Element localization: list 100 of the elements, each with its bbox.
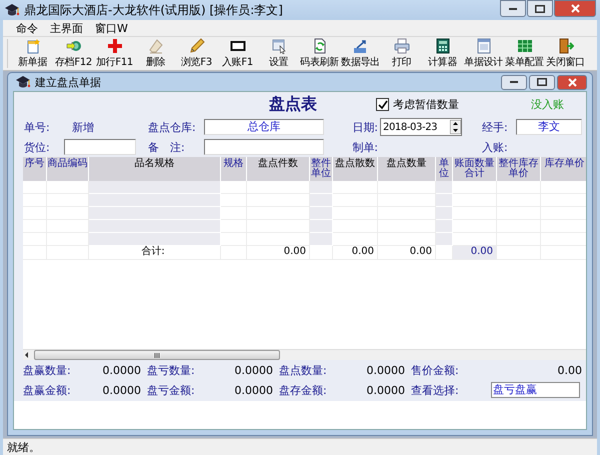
- mortarboard-icon: [4, 2, 20, 18]
- calculator-icon: [434, 38, 450, 54]
- check-icon: [378, 100, 388, 110]
- summary-value: 0.0000: [366, 364, 406, 377]
- checkbox-label: 考虑暂借数量: [393, 97, 459, 112]
- date-value: 2018-03-23: [383, 122, 438, 132]
- plus-icon: [106, 38, 122, 54]
- toolbar-button[interactable]: 入账F1: [217, 37, 258, 70]
- minimize-icon: [510, 81, 518, 83]
- summary-value: 0.0000: [366, 384, 406, 396]
- field-label: 盘点仓库:: [148, 120, 197, 134]
- toolbar-button[interactable]: 设置: [258, 37, 299, 70]
- minimize-icon: [509, 8, 517, 10]
- window-title: 鼎龙国际大酒店-大龙软件(试用版) [操作员:李文]: [24, 2, 284, 18]
- close-button[interactable]: [557, 74, 587, 90]
- spinner-icon: [450, 120, 461, 134]
- field-label: 备 注:: [148, 140, 186, 154]
- toolbar-button[interactable]: 菜单配置: [504, 37, 545, 70]
- input-field[interactable]: 总仓库: [204, 119, 324, 135]
- table-cell: 合计:: [89, 246, 221, 260]
- maximize-button[interactable]: [529, 74, 555, 90]
- column-header[interactable]: 盘点数量: [378, 157, 436, 181]
- table-cell: 0.00: [453, 246, 497, 260]
- table-cell: 0.00: [378, 246, 436, 260]
- field-label: 入账:: [482, 140, 509, 154]
- column-header[interactable]: 商品编码: [47, 157, 89, 181]
- close-button[interactable]: [554, 0, 596, 17]
- maximize-icon: [535, 4, 545, 12]
- summary-label: 盘亏金额:: [147, 382, 196, 398]
- column-header[interactable]: 库存单价: [541, 157, 586, 181]
- column-header[interactable]: 序号: [23, 157, 47, 181]
- summary-label: 查看选择:: [411, 382, 460, 398]
- minimize-button[interactable]: [500, 0, 526, 17]
- close-icon: [568, 78, 576, 86]
- summary-value: 0.0000: [234, 364, 274, 377]
- new-document-icon: [24, 38, 40, 54]
- left-arrow-icon: [23, 351, 30, 359]
- field-label: 单号:: [24, 120, 51, 134]
- toolbar-button[interactable]: 打印: [381, 37, 422, 70]
- pencil-icon: [188, 38, 204, 54]
- form-heading: 盘点表: [268, 94, 318, 115]
- toolbar-button[interactable]: 加行F11: [94, 37, 135, 70]
- table-cell: 0.00: [333, 246, 378, 260]
- toolbar-button[interactable]: 数据导出: [340, 37, 381, 70]
- summary-value: 0.0000: [234, 384, 274, 396]
- date-field[interactable]: 2018-03-23: [380, 118, 462, 136]
- summary-value: 0.0000: [102, 364, 142, 377]
- table-cell: 0.00: [247, 246, 310, 260]
- field-label: 日期:: [352, 120, 379, 134]
- eraser-icon: [148, 38, 164, 54]
- menu-item[interactable]: 命令: [10, 20, 44, 36]
- doc-number: 新增: [71, 120, 95, 134]
- input-field[interactable]: [64, 139, 136, 155]
- arrow-circle-icon: [66, 38, 82, 54]
- toolbar-button[interactable]: 删除: [135, 37, 176, 70]
- menu-item[interactable]: 窗口W: [89, 20, 134, 36]
- column-header[interactable]: 盘点件数: [247, 157, 310, 181]
- menu-item[interactable]: 主界面: [44, 20, 89, 36]
- column-header[interactable]: 规格: [221, 157, 247, 181]
- summary-label: 盘点数量:: [279, 363, 328, 378]
- column-header[interactable]: 账面数量合计: [453, 157, 497, 181]
- summary-label: 盘赢数量:: [23, 363, 72, 378]
- column-header[interactable]: 单位: [436, 157, 453, 181]
- grip-icon: [154, 352, 160, 358]
- rectangle-icon: [230, 38, 246, 54]
- refresh-icon: [312, 38, 328, 54]
- toolbar-button[interactable]: 新单据: [12, 37, 53, 70]
- export-icon: [352, 38, 368, 54]
- summary-label: 盘存金额:: [279, 382, 328, 398]
- grid-icon: [516, 38, 532, 54]
- column-header[interactable]: 整件库存单价: [497, 157, 541, 181]
- input-field[interactable]: [204, 139, 324, 155]
- field-label: 经手:: [482, 120, 509, 134]
- close-icon: [570, 4, 580, 13]
- minimize-button[interactable]: [501, 74, 527, 90]
- toolbar-button[interactable]: 关闭窗口: [545, 37, 586, 70]
- input-field[interactable]: 李文: [516, 119, 582, 135]
- print-icon: [394, 38, 410, 54]
- select-field[interactable]: 盘亏盘赢: [491, 382, 580, 398]
- toolbar-button[interactable]: 码表刷新: [299, 37, 340, 70]
- door-icon: [558, 38, 574, 54]
- column-header[interactable]: 整件单位: [310, 157, 333, 181]
- checkbox[interactable]: [376, 98, 389, 111]
- maximize-button[interactable]: [527, 0, 553, 17]
- summary-label: 售价金额:: [411, 363, 460, 378]
- summary-label: 盘赢金额:: [23, 382, 72, 398]
- window-title: 建立盘点单据: [35, 74, 102, 90]
- summary-value: 0.0000: [102, 384, 142, 396]
- posting-status: 没入账: [530, 97, 565, 112]
- toolbar-button[interactable]: 存档F12: [53, 37, 94, 70]
- column-header[interactable]: 品名规格: [89, 157, 221, 181]
- field-label: 制单:: [352, 140, 379, 154]
- toolbar-button[interactable]: 计算器: [422, 37, 463, 70]
- status-text: 就绪。: [6, 440, 41, 454]
- scrollbar-thumb[interactable]: [34, 350, 280, 360]
- column-header[interactable]: 盘点散数: [333, 157, 378, 181]
- mortarboard-icon: [15, 74, 31, 90]
- toolbar-button[interactable]: 浏览F3: [176, 37, 217, 70]
- summary-value: 0.00: [556, 364, 583, 377]
- toolbar-button[interactable]: 单据设计: [463, 37, 504, 70]
